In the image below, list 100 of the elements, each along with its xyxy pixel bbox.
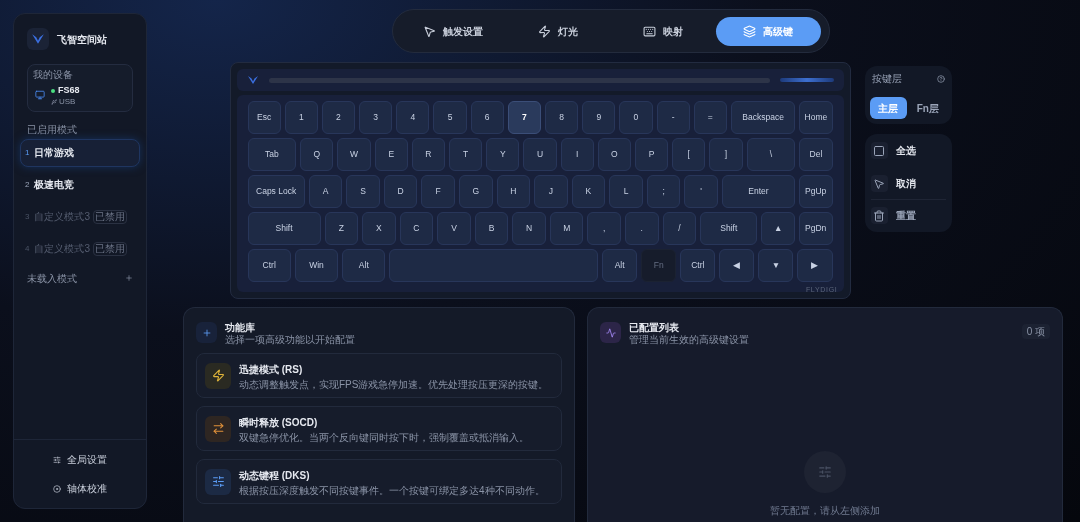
key[interactable]: B (474, 212, 509, 245)
tab[interactable]: 映射 (610, 16, 716, 46)
key[interactable]: ▼ (758, 249, 794, 282)
key[interactable]: 9 (582, 101, 616, 134)
square-icon (873, 144, 885, 157)
key[interactable]: M (549, 212, 584, 245)
key[interactable]: \ (746, 138, 796, 171)
key[interactable]: V (437, 212, 471, 245)
key[interactable]: ; (646, 175, 681, 208)
function-card[interactable]: 迅捷模式 (RS) 动态调整触发点，实现FPS游戏急停加速。优先处理按压更深的按键。 (196, 353, 562, 398)
add-icon (201, 327, 212, 338)
key[interactable]: J (534, 175, 568, 208)
key[interactable]: ◀ (719, 249, 755, 282)
mode-name: 日常游戏 (34, 146, 75, 160)
key[interactable]: ▶ (797, 249, 833, 282)
key[interactable]: , (587, 212, 621, 245)
action-button[interactable]: 重置 (870, 207, 946, 224)
key[interactable]: F (421, 175, 455, 208)
key[interactable]: Win (294, 249, 339, 282)
swap-arrows-icon (211, 422, 225, 435)
key[interactable]: X (362, 212, 396, 245)
key[interactable]: E (374, 138, 408, 171)
key[interactable]: Alt (342, 249, 386, 282)
key[interactable]: P (634, 138, 669, 171)
key[interactable]: L (609, 175, 643, 208)
key[interactable]: PgUp (798, 175, 833, 208)
key[interactable]: Ctrl (247, 249, 291, 282)
key[interactable]: I (560, 138, 594, 171)
key[interactable]: S (346, 175, 380, 208)
pointer-icon (423, 24, 436, 38)
key[interactable]: ] (709, 138, 743, 171)
sliders-icon (211, 475, 225, 488)
key[interactable]: / (662, 212, 697, 245)
key[interactable]: Enter (721, 175, 795, 208)
function-title: 瞬时释放 (SOCD) (239, 415, 319, 430)
sidebar-footer-button[interactable]: 轴体校准 (53, 481, 107, 496)
mode-name: 自定义模式3 (34, 242, 90, 256)
key[interactable]: Z (324, 212, 359, 245)
key[interactable]: Alt (602, 249, 638, 282)
configured-subtitle: 管理当前生效的高级键设置 (629, 335, 749, 345)
key[interactable]: . (625, 212, 659, 245)
key[interactable]: U (523, 138, 557, 171)
mode-name: 自定义模式3 (34, 210, 90, 224)
key[interactable]: ' (684, 175, 718, 208)
key[interactable]: Q (300, 138, 334, 171)
sidebar-footer-button[interactable]: 全局设置 (53, 452, 107, 467)
key[interactable]: Ctrl (680, 249, 716, 282)
key[interactable]: T (449, 138, 483, 171)
key[interactable]: 1 (284, 101, 318, 134)
key[interactable]: 6 (470, 101, 504, 134)
trash-icon (873, 209, 885, 222)
key[interactable]: Del (799, 138, 833, 171)
key[interactable]: 5 (433, 101, 467, 134)
function-card[interactable]: 动态键程 (DKS) 根据按压深度触发不同按键事件。一个按键可绑定多达4种不同动作。 (196, 459, 562, 504)
key[interactable]: K (571, 175, 606, 208)
key[interactable]: O (597, 138, 631, 171)
device-name: FS68 (58, 84, 80, 97)
key[interactable]: G (459, 175, 493, 208)
key[interactable]: 0 (619, 101, 653, 134)
key[interactable]: 2 (321, 101, 356, 134)
mode-item[interactable]: 2 极速电竞 (20, 170, 140, 199)
key[interactable]: [ (672, 138, 706, 171)
function-card[interactable]: 瞬时释放 (SOCD) 双键急停优化。当两个反向键同时按下时，强制覆盖或抵消输入。 (196, 406, 562, 451)
mode-number: 1 (25, 146, 30, 159)
key[interactable]: 3 (359, 101, 393, 134)
key[interactable]: N (512, 212, 546, 245)
action-button[interactable]: 全选 (870, 142, 946, 159)
key[interactable]: Home (799, 101, 833, 134)
key[interactable]: C (399, 212, 434, 245)
key[interactable]: Backspace (730, 101, 796, 134)
key[interactable]: Y (486, 138, 520, 171)
action-button[interactable]: 取消 (870, 175, 946, 192)
key[interactable]: D (383, 175, 418, 208)
device-card[interactable]: 我的设备 FS68 USB (27, 64, 133, 112)
tab[interactable]: 触发设置 (400, 16, 506, 46)
layer-tab[interactable]: Fn层 (909, 97, 947, 119)
key[interactable]: Esc (247, 101, 281, 134)
key[interactable]: PgDn (798, 212, 833, 245)
key[interactable]: = (693, 101, 727, 134)
key[interactable]: 7 (507, 101, 541, 134)
key[interactable]: W (337, 138, 371, 171)
key[interactable]: ▲ (761, 212, 795, 245)
key[interactable]: Tab (247, 138, 297, 171)
tab[interactable]: 灯光 (505, 16, 611, 46)
key[interactable]: H (496, 175, 531, 208)
key[interactable]: R (411, 138, 446, 171)
key[interactable]: Shift (700, 212, 758, 245)
function-title: 动态键程 (DKS) (239, 468, 311, 483)
key[interactable]: Caps Lock (247, 175, 305, 208)
help-icon[interactable] (936, 74, 945, 83)
disabled-badge: 已禁用 (93, 241, 127, 256)
lightning-icon (538, 24, 551, 38)
key[interactable]: Shift (247, 212, 321, 245)
add-icon[interactable] (125, 274, 133, 282)
key[interactable]: 8 (545, 101, 579, 134)
key[interactable]: - (656, 101, 690, 134)
key[interactable]: A (308, 175, 343, 208)
mode-item[interactable]: 1 日常游戏 (20, 138, 140, 167)
disabled-badge: 已禁用 (93, 209, 127, 224)
key[interactable]: 4 (396, 101, 430, 134)
